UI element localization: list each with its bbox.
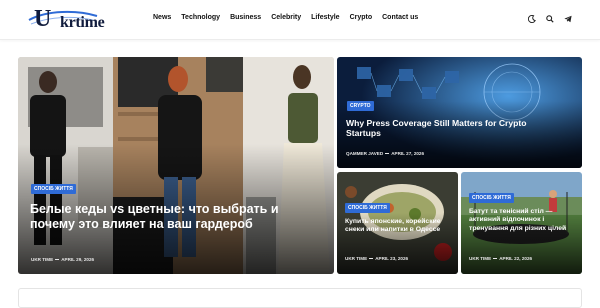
main-nav: News Technology Business Celebrity Lifes… bbox=[153, 14, 428, 21]
featured-article-card[interactable]: Спосіб життя Белые кеды vs цветные: что … bbox=[18, 57, 334, 274]
featured-category-badge[interactable]: Спосіб життя bbox=[31, 184, 76, 194]
moon-icon[interactable] bbox=[527, 13, 537, 25]
nav-item-business[interactable]: Business bbox=[230, 14, 261, 21]
bottom-right-meta: UKR TIME APRIL 22, 2026 bbox=[469, 256, 532, 261]
bottom-left-article-card[interactable]: Спосіб життя Купить японские, корейские … bbox=[337, 172, 458, 274]
nav-item-news[interactable]: News bbox=[153, 14, 171, 21]
nav-item-crypto[interactable]: Crypto bbox=[350, 14, 373, 21]
bottom-right-title[interactable]: Батут та тенісний стіл — активний відпоч… bbox=[469, 208, 577, 233]
featured-meta: UKR TIME APRIL 29, 2026 bbox=[31, 257, 94, 262]
bottom-left-date: APRIL 23, 2026 bbox=[375, 256, 409, 261]
search-icon[interactable] bbox=[545, 13, 555, 25]
nav-item-celebrity[interactable]: Celebrity bbox=[271, 14, 301, 21]
bottom-right-article-card[interactable]: Спосіб життя Батут та тенісний стіл — ак… bbox=[461, 172, 582, 274]
top-right-title[interactable]: Why Press Coverage Still Matters for Cry… bbox=[346, 118, 551, 139]
site-header: U krtime News Technology Business Celebr… bbox=[0, 0, 600, 40]
featured-date: APRIL 29, 2026 bbox=[61, 257, 95, 262]
bottom-right-date: APRIL 22, 2026 bbox=[499, 256, 533, 261]
nav-item-technology[interactable]: Technology bbox=[181, 14, 220, 21]
bottom-left-title[interactable]: Купить японские, корейские снеки или нап… bbox=[345, 218, 449, 235]
top-right-author[interactable]: QAMMER JAVED bbox=[346, 151, 383, 156]
logo-letter: U bbox=[34, 6, 52, 32]
nav-item-lifestyle[interactable]: Lifestyle bbox=[311, 14, 339, 21]
nav-item-contact[interactable]: Contact us bbox=[382, 14, 418, 21]
top-right-category-badge[interactable]: Crypto bbox=[347, 101, 374, 111]
top-right-date: APRIL 27, 2026 bbox=[391, 151, 425, 156]
bottom-left-meta: UKR TIME APRIL 23, 2026 bbox=[345, 256, 408, 261]
site-logo[interactable]: U krtime bbox=[27, 6, 127, 34]
bottom-left-author[interactable]: UKR TIME bbox=[345, 256, 367, 261]
top-right-article-card[interactable]: Crypto Why Press Coverage Still Matters … bbox=[337, 57, 582, 168]
logo-wordmark: krtime bbox=[60, 14, 105, 31]
telegram-icon[interactable] bbox=[563, 13, 573, 25]
top-right-meta: QAMMER JAVED APRIL 27, 2026 bbox=[346, 151, 424, 156]
next-section-box bbox=[18, 288, 582, 308]
featured-author[interactable]: UKR TIME bbox=[31, 257, 53, 262]
featured-title[interactable]: Белые кеды vs цветные: что выбрать и поч… bbox=[30, 202, 280, 233]
header-icons bbox=[527, 13, 573, 25]
bottom-right-author[interactable]: UKR TIME bbox=[469, 256, 491, 261]
bottom-right-category-badge[interactable]: Спосіб життя bbox=[469, 193, 514, 203]
bottom-left-category-badge[interactable]: Спосіб життя bbox=[345, 203, 390, 213]
